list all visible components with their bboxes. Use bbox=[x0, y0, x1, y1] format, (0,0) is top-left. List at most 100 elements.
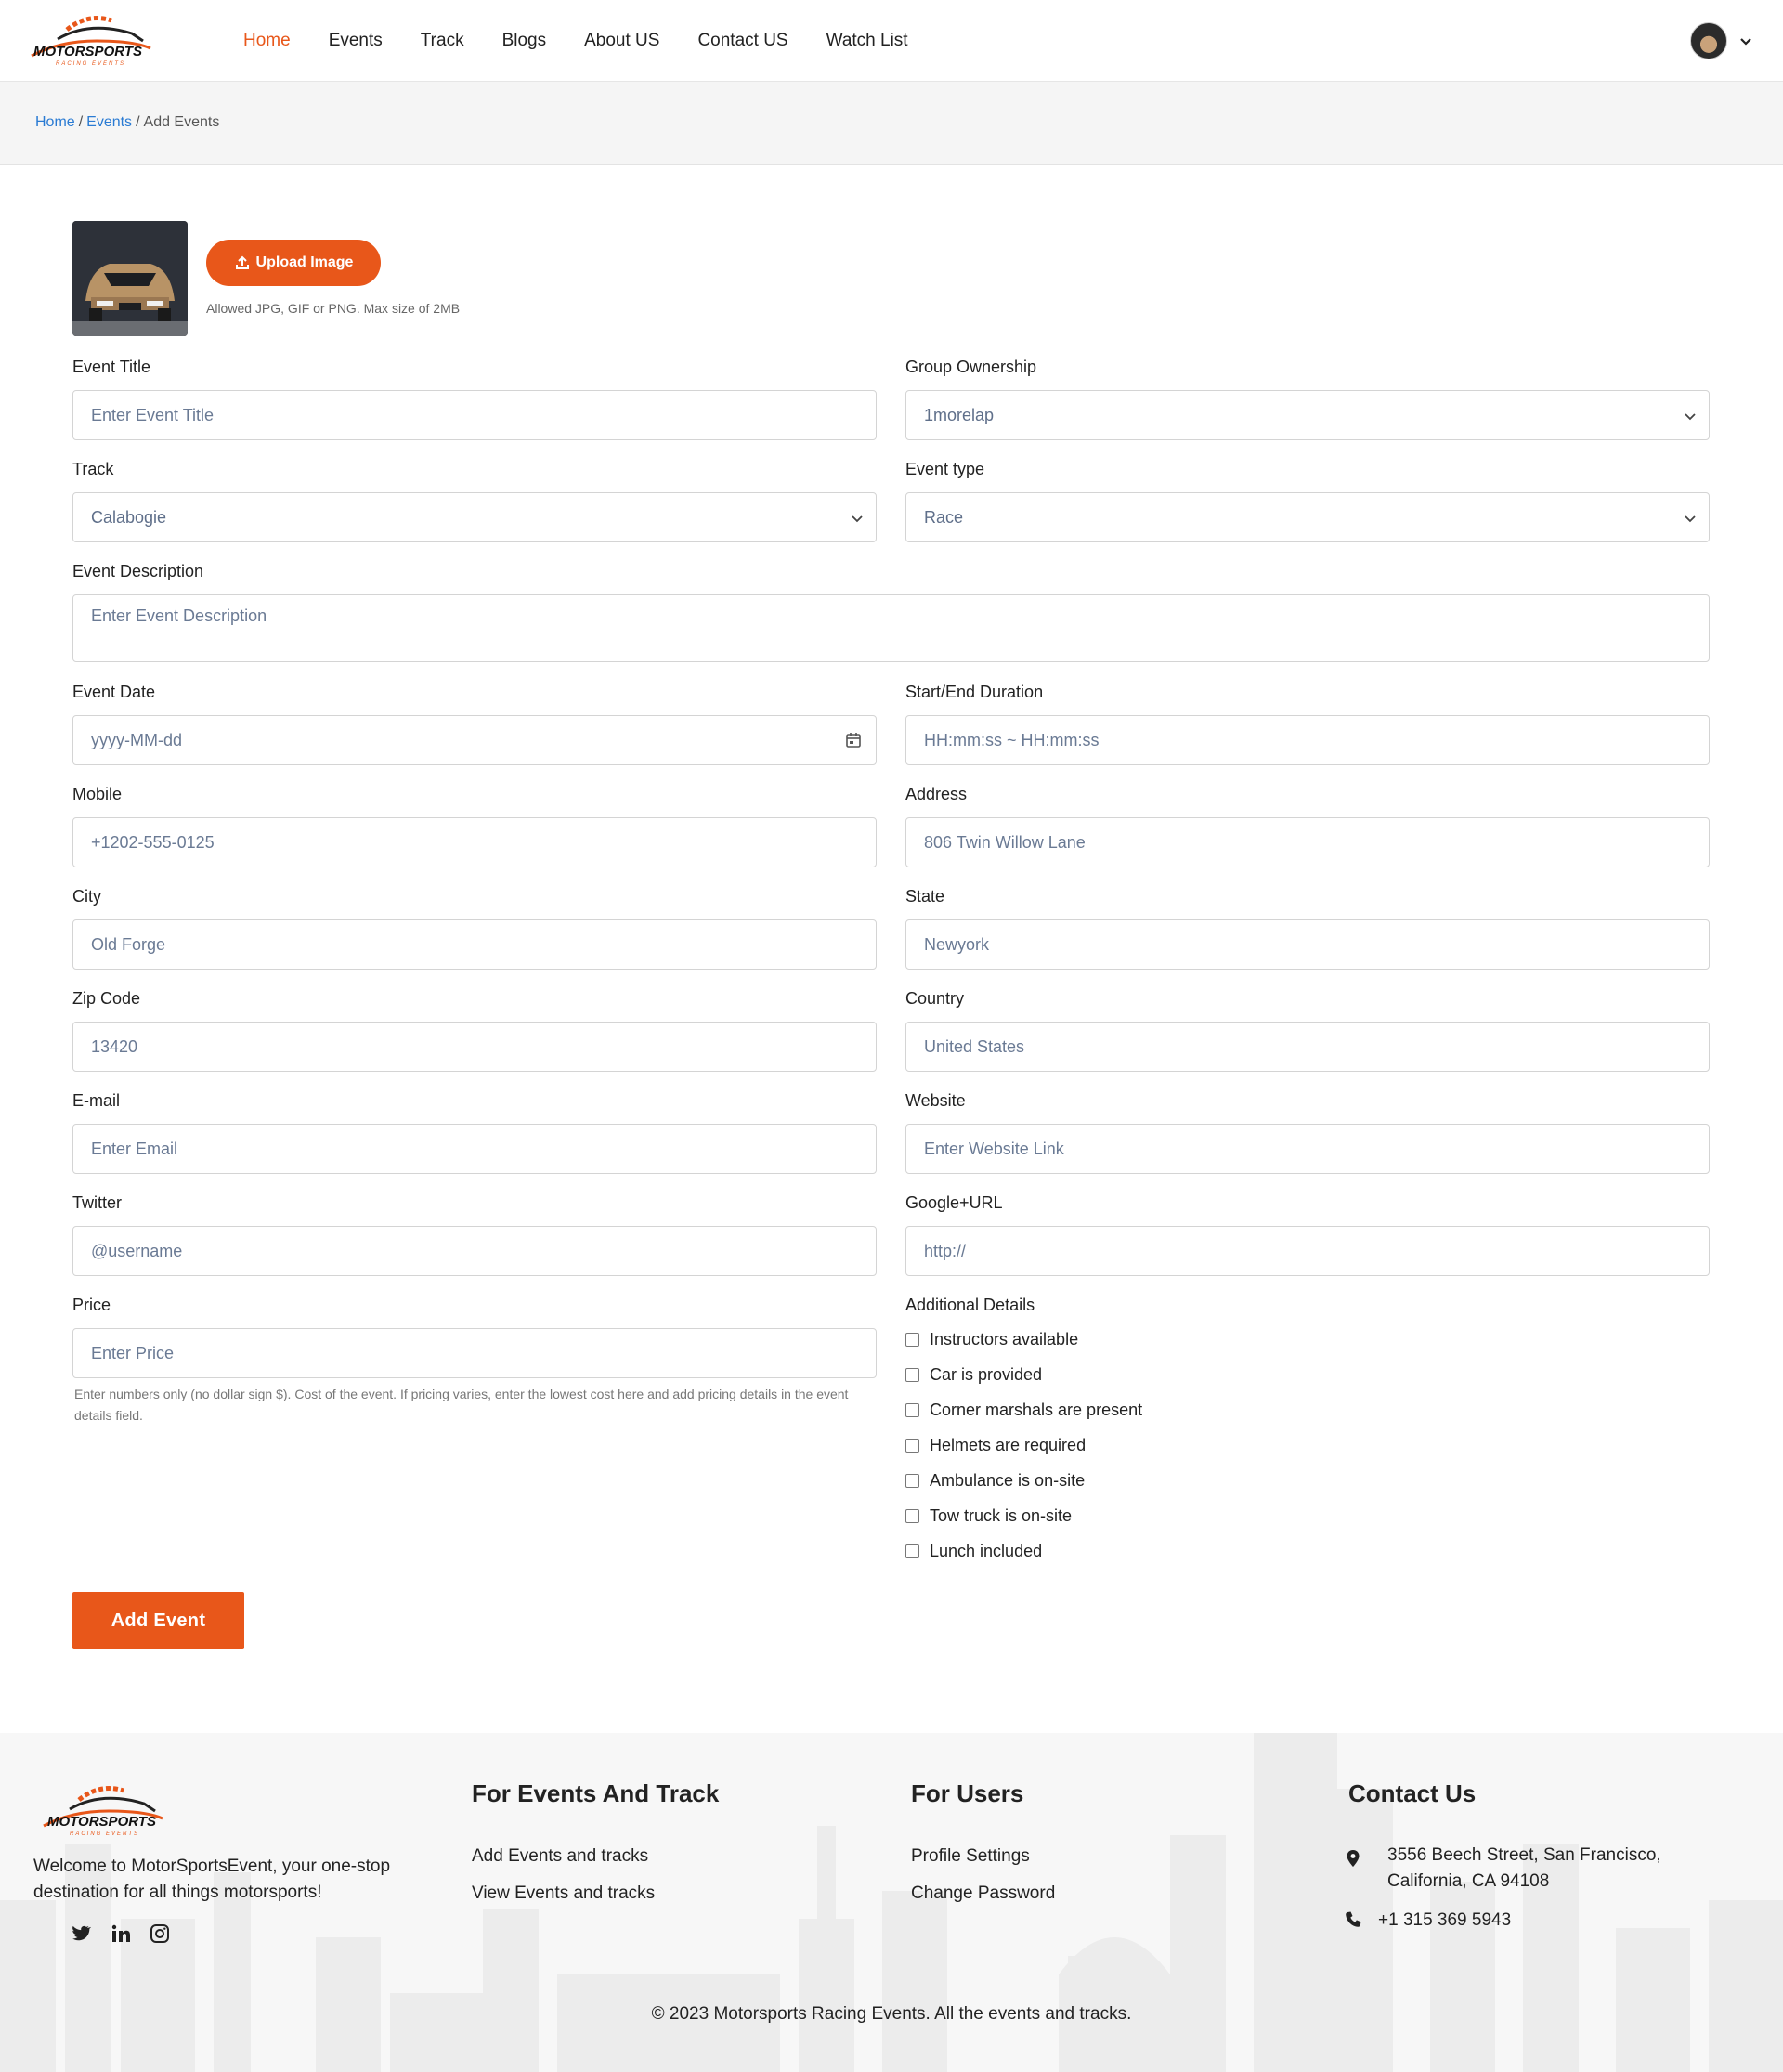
checkbox[interactable] bbox=[905, 1368, 919, 1382]
checkbox-corner-marshals[interactable]: Corner marshals are present bbox=[905, 1401, 1142, 1420]
breadcrumb: Home / Events / Add Events bbox=[35, 114, 219, 131]
state-field[interactable] bbox=[905, 919, 1710, 970]
city-input[interactable] bbox=[91, 920, 876, 969]
footer-copyright: © 2023 Motorsports Racing Events. All th… bbox=[651, 2004, 1132, 2024]
checkbox-instructors[interactable]: Instructors available bbox=[905, 1330, 1078, 1349]
mobile-field[interactable] bbox=[72, 817, 877, 867]
group-ownership-select[interactable]: 1morelap bbox=[905, 390, 1710, 440]
track-label: Track bbox=[72, 460, 114, 478]
mobile-label: Mobile bbox=[72, 785, 123, 803]
event-title-label: Event Title bbox=[72, 358, 151, 376]
checkbox[interactable] bbox=[905, 1403, 919, 1417]
nav-events[interactable]: Events bbox=[329, 31, 383, 51]
city-label: City bbox=[72, 887, 101, 906]
checkbox-label: Instructors available bbox=[930, 1330, 1079, 1349]
mobile-input[interactable] bbox=[91, 818, 876, 867]
main-nav: Home Events Track Blogs About US Contact… bbox=[243, 0, 946, 82]
email-field[interactable] bbox=[72, 1124, 877, 1174]
motorsports-logo[interactable]: MOTORSPORTS RACING EVENTS bbox=[22, 7, 162, 71]
website-input[interactable] bbox=[924, 1125, 1709, 1173]
event-description-textarea[interactable]: Enter Event Description bbox=[72, 594, 1710, 662]
footer-logo[interactable]: MOTORSPORTS RACING EVENTS bbox=[33, 1778, 175, 1841]
nav-contact[interactable]: Contact US bbox=[697, 31, 787, 51]
twitter-field[interactable] bbox=[72, 1226, 877, 1276]
checkbox-car-provided[interactable]: Car is provided bbox=[905, 1365, 1042, 1385]
country-input[interactable] bbox=[924, 1023, 1709, 1071]
footer-link-profile-settings[interactable]: Profile Settings bbox=[911, 1846, 1030, 1867]
checkbox[interactable] bbox=[905, 1474, 919, 1488]
nav-blogs[interactable]: Blogs bbox=[502, 31, 547, 51]
duration-label: Start/End Duration bbox=[905, 683, 1044, 701]
google-url-input[interactable] bbox=[924, 1227, 1709, 1275]
event-type-select[interactable]: Race bbox=[905, 492, 1710, 542]
logo-text: MOTORSPORTS bbox=[47, 1814, 156, 1830]
price-input[interactable] bbox=[91, 1329, 876, 1377]
nav-track[interactable]: Track bbox=[421, 31, 464, 51]
checkbox-tow-truck[interactable]: Tow truck is on-site bbox=[905, 1506, 1072, 1526]
checkbox-label: Car is provided bbox=[930, 1365, 1043, 1384]
instagram-icon[interactable] bbox=[149, 1922, 171, 1945]
checkbox-label: Corner marshals are present bbox=[930, 1401, 1143, 1419]
event-title-input[interactable] bbox=[91, 391, 876, 439]
footer-address-line2: California, CA 94108 bbox=[1387, 1871, 1550, 1891]
checkbox[interactable] bbox=[905, 1509, 919, 1523]
logo-text: MOTORSPORTS bbox=[33, 44, 142, 59]
price-label: Price bbox=[72, 1296, 111, 1314]
footer-events-heading: For Events And Track bbox=[472, 1779, 720, 1807]
footer-link-add-events[interactable]: Add Events and tracks bbox=[472, 1846, 648, 1867]
footer-link-change-password[interactable]: Change Password bbox=[911, 1883, 1055, 1904]
upload-image-button[interactable]: Upload Image bbox=[206, 240, 381, 286]
event-date-input[interactable] bbox=[91, 716, 876, 764]
price-field[interactable] bbox=[72, 1328, 877, 1378]
top-navbar: MOTORSPORTS RACING EVENTS Home Events Tr… bbox=[0, 0, 1783, 82]
address-input[interactable] bbox=[924, 818, 1709, 867]
twitter-input[interactable] bbox=[91, 1227, 876, 1275]
breadcrumb-events[interactable]: Events bbox=[86, 114, 132, 130]
user-avatar[interactable] bbox=[1690, 22, 1727, 59]
footer-address-line1: 3556 Beech Street, San Francisco, bbox=[1387, 1845, 1661, 1865]
add-event-button[interactable]: Add Event bbox=[72, 1592, 244, 1649]
upload-image-label: Upload Image bbox=[255, 254, 354, 270]
footer-contact-heading: Contact Us bbox=[1348, 1779, 1477, 1807]
state-input[interactable] bbox=[924, 920, 1709, 969]
group-ownership-value: 1morelap bbox=[924, 405, 995, 424]
website-field[interactable] bbox=[905, 1124, 1710, 1174]
track-value: Calabogie bbox=[91, 507, 167, 527]
linkedin-icon[interactable] bbox=[110, 1922, 132, 1945]
chevron-down-icon[interactable] bbox=[1738, 33, 1753, 48]
checkbox[interactable] bbox=[905, 1333, 919, 1347]
nav-about[interactable]: About US bbox=[584, 31, 659, 51]
checkbox[interactable] bbox=[905, 1439, 919, 1453]
event-description-label: Event Description bbox=[72, 562, 204, 580]
event-title-field[interactable] bbox=[72, 390, 877, 440]
event-date-field[interactable] bbox=[72, 715, 877, 765]
google-url-field[interactable] bbox=[905, 1226, 1710, 1276]
chevron-down-icon bbox=[852, 515, 863, 523]
checkbox-lunch[interactable]: Lunch included bbox=[905, 1542, 1042, 1561]
track-select[interactable]: Calabogie bbox=[72, 492, 877, 542]
duration-input[interactable] bbox=[924, 716, 1709, 764]
nav-home[interactable]: Home bbox=[243, 31, 291, 51]
city-field[interactable] bbox=[72, 919, 877, 970]
footer-link-view-events[interactable]: View Events and tracks bbox=[472, 1883, 655, 1904]
google-url-label: Google+URL bbox=[905, 1193, 1003, 1212]
checkbox[interactable] bbox=[905, 1544, 919, 1558]
calendar-icon[interactable] bbox=[844, 731, 863, 749]
event-image-preview bbox=[72, 221, 188, 336]
event-date-label: Event Date bbox=[72, 683, 156, 701]
twitter-icon[interactable] bbox=[69, 1922, 91, 1945]
email-input[interactable] bbox=[91, 1125, 876, 1173]
checkbox-label: Lunch included bbox=[930, 1542, 1043, 1560]
breadcrumb-home[interactable]: Home bbox=[35, 114, 75, 130]
nav-watch-list[interactable]: Watch List bbox=[826, 31, 908, 51]
zip-label: Zip Code bbox=[72, 989, 141, 1008]
duration-field[interactable] bbox=[905, 715, 1710, 765]
country-field[interactable] bbox=[905, 1022, 1710, 1072]
group-ownership-label: Group Ownership bbox=[905, 358, 1037, 376]
checkbox-ambulance[interactable]: Ambulance is on-site bbox=[905, 1471, 1085, 1491]
zip-input[interactable] bbox=[91, 1023, 876, 1071]
address-field[interactable] bbox=[905, 817, 1710, 867]
state-label: State bbox=[905, 887, 945, 906]
zip-field[interactable] bbox=[72, 1022, 877, 1072]
checkbox-helmets[interactable]: Helmets are required bbox=[905, 1436, 1086, 1455]
